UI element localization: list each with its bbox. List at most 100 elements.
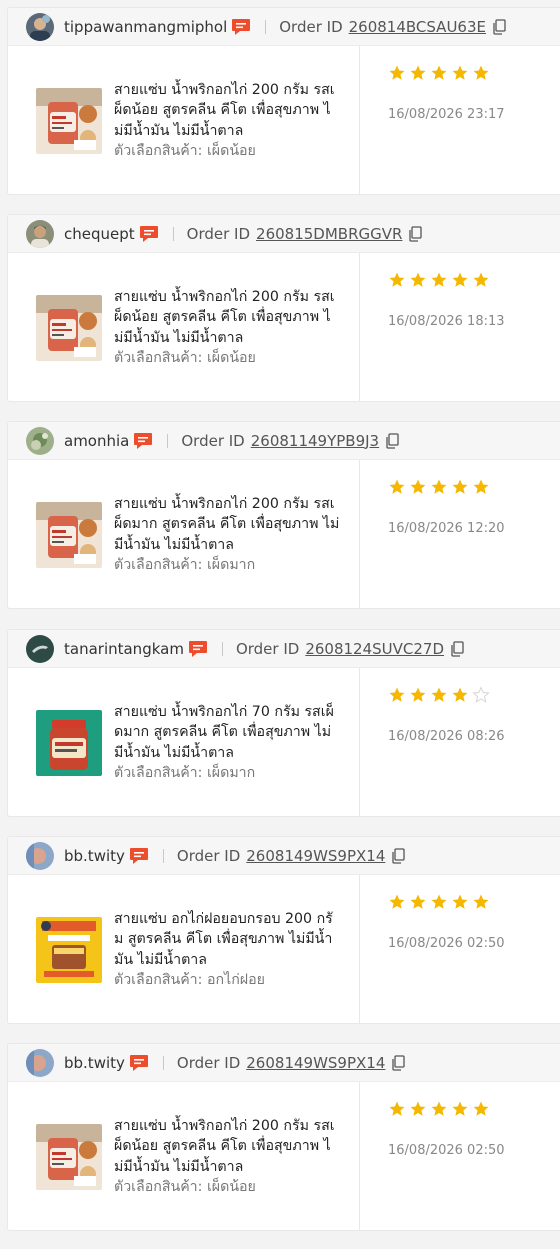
copy-icon[interactable] — [450, 640, 464, 657]
review-date: 16/08/2026 23:17 — [388, 107, 505, 122]
chat-icon[interactable] — [129, 847, 149, 865]
card-header: tanarintangkam Order ID 2608124SUVC27D — [8, 630, 560, 668]
star-filled-icon — [451, 64, 469, 82]
rating-column: 16/08/2026 02:50 — [360, 875, 505, 1024]
order-id-link[interactable]: 2608149WS9PX14 — [246, 847, 385, 865]
product-variation: ตัวเลือกสินค้า: เผ็ดมาก — [114, 555, 340, 576]
username[interactable]: chequept — [64, 225, 135, 243]
variation-value: อกไก่ฝอย — [206, 972, 265, 988]
card-body: สายแซ่บ น้ำพริกอกไก่ 200 กรัม รสเผ็ดน้อย… — [8, 46, 560, 195]
order-id-label: Order ID — [181, 431, 245, 450]
product-variation: ตัวเลือกสินค้า: เผ็ดน้อย — [114, 141, 340, 162]
star-rating — [388, 893, 505, 913]
avatar-face-icon[interactable] — [26, 1048, 54, 1077]
star-filled-icon — [388, 64, 406, 82]
card-body: สายแซ่บ น้ำพริกอกไก่ 70 กรัม รสเผ็ดมาก ส… — [8, 668, 560, 817]
review-date: 16/08/2026 12:20 — [388, 521, 505, 536]
username[interactable]: bb.twity — [64, 847, 125, 865]
review-card: tippawanmangmiphol Order ID 260814BCSAU63E… — [7, 7, 560, 195]
star-filled-icon — [430, 893, 448, 911]
product-text: สายแซ่บ น้ำพริกอกไก่ 200 กรัม รสเผ็ดน้อย… — [114, 287, 340, 369]
chat-icon[interactable] — [139, 225, 159, 243]
username[interactable]: amonhia — [64, 432, 129, 450]
product-info: สายแซ่บ น้ำพริกอกไก่ 200 กรัม รสเผ็ดน้อย… — [8, 46, 360, 195]
username[interactable]: bb.twity — [64, 1054, 125, 1072]
copy-icon[interactable] — [391, 1054, 406, 1071]
star-filled-icon — [409, 478, 427, 496]
card-header: bb.twity Order ID 2608149WS9PX14 — [8, 1044, 560, 1082]
order-id-link[interactable]: 26081149YPB9J3 — [251, 432, 379, 450]
star-empty-icon — [472, 686, 490, 704]
star-filled-icon — [388, 686, 406, 704]
avatar-cartoon-icon[interactable] — [26, 12, 54, 41]
review-date: 16/08/2026 08:26 — [388, 729, 505, 744]
username[interactable]: tippawanmangmiphol — [64, 18, 227, 36]
review-card: tanarintangkam Order ID 2608124SUVC27D สายแ… — [7, 629, 560, 817]
product-thumbnail[interactable] — [36, 916, 102, 983]
star-rating — [388, 478, 505, 498]
order-id-label: Order ID — [235, 639, 300, 658]
product-thumbnail[interactable] — [36, 294, 102, 361]
copy-icon[interactable] — [408, 225, 423, 242]
review-date: 16/08/2026 02:50 — [388, 936, 505, 951]
rating-column: 16/08/2026 23:17 — [360, 46, 505, 195]
card-header: bb.twity Order ID 2608149WS9PX14 — [8, 837, 560, 875]
variation-value: เผ็ดน้อย — [206, 143, 256, 159]
star-filled-icon — [472, 478, 490, 496]
product-name[interactable]: สายแซ่บ น้ำพริกอกไก่ 70 กรัม รสเผ็ดมาก ส… — [114, 702, 340, 764]
variation-label: ตัวเลือกสินค้า: — [114, 557, 207, 573]
avatar-face-icon[interactable] — [26, 841, 54, 870]
copy-icon[interactable] — [492, 18, 506, 35]
rating-column: 16/08/2026 18:13 — [360, 253, 505, 402]
avatar-nature-icon[interactable] — [26, 426, 54, 455]
product-info: สายแซ่บ อกไก่ฝอยอบกรอบ 200 กรัม สูตรคลีน… — [8, 875, 360, 1024]
review-list: tippawanmangmiphol Order ID 260814BCSAU63E… — [0, 0, 560, 1249]
rating-column: 16/08/2026 08:26 — [360, 668, 505, 817]
star-filled-icon — [388, 1100, 406, 1118]
variation-label: ตัวเลือกสินค้า: — [114, 1179, 207, 1195]
order-id-link[interactable]: 2608124SUVC27D — [305, 640, 444, 658]
product-name[interactable]: สายแซ่บ น้ำพริกอกไก่ 200 กรัม รสเผ็ดน้อย… — [114, 1116, 340, 1178]
rating-column: 16/08/2026 12:20 — [360, 460, 505, 609]
product-name[interactable]: สายแซ่บ อกไก่ฝอยอบกรอบ 200 กรัม สูตรคลีน… — [114, 909, 340, 971]
avatar-dark-icon[interactable] — [26, 634, 54, 663]
review-card: chequept Order ID 260815DMBRGGVR สายแซ่บ น้… — [7, 214, 560, 402]
product-name[interactable]: สายแซ่บ น้ำพริกอกไก่ 200 กรัม รสเผ็ดมาก … — [114, 494, 340, 556]
copy-icon[interactable] — [385, 432, 399, 449]
card-body: สายแซ่บ น้ำพริกอกไก่ 200 กรัม รสเผ็ดน้อย… — [8, 253, 560, 402]
product-thumbnail[interactable] — [36, 1123, 102, 1190]
product-name[interactable]: สายแซ่บ น้ำพริกอกไก่ 200 กรัม รสเผ็ดน้อย… — [114, 80, 340, 142]
order-id-link[interactable]: 260815DMBRGGVR — [256, 225, 402, 243]
product-name[interactable]: สายแซ่บ น้ำพริกอกไก่ 200 กรัม รสเผ็ดน้อย… — [114, 287, 340, 349]
product-info: สายแซ่บ น้ำพริกอกไก่ 200 กรัม รสเผ็ดมาก … — [8, 460, 360, 609]
star-rating — [388, 1100, 505, 1120]
variation-value: เผ็ดมาก — [206, 765, 256, 781]
order-id-label: Order ID — [176, 1053, 241, 1072]
divider — [167, 433, 169, 448]
star-filled-icon — [409, 271, 427, 289]
star-filled-icon — [451, 686, 469, 704]
star-rating — [388, 686, 505, 706]
avatar-person-icon[interactable] — [26, 219, 54, 248]
chat-icon[interactable] — [133, 432, 153, 450]
review-card: amonhia Order ID 26081149YPB9J3 สายแซ่บ น้ำ… — [7, 421, 560, 609]
chat-icon[interactable] — [231, 18, 251, 36]
username[interactable]: tanarintangkam — [64, 640, 184, 658]
rating-column: 16/08/2026 02:50 — [360, 1082, 505, 1231]
order-id-link[interactable]: 260814BCSAU63E — [349, 18, 486, 36]
star-filled-icon — [430, 64, 448, 82]
product-thumbnail[interactable] — [36, 501, 102, 568]
copy-icon[interactable] — [391, 847, 406, 864]
product-thumbnail[interactable] — [36, 87, 102, 154]
divider — [162, 848, 164, 863]
chat-icon[interactable] — [188, 640, 208, 658]
product-text: สายแซ่บ อกไก่ฝอยอบกรอบ 200 กรัม สูตรคลีน… — [114, 909, 340, 991]
product-thumbnail[interactable] — [36, 709, 102, 776]
order-id-link[interactable]: 2608149WS9PX14 — [246, 1054, 385, 1072]
product-text: สายแซ่บ น้ำพริกอกไก่ 70 กรัม รสเผ็ดมาก ส… — [114, 702, 340, 784]
star-filled-icon — [409, 686, 427, 704]
card-body: สายแซ่บ อกไก่ฝอยอบกรอบ 200 กรัม สูตรคลีน… — [8, 875, 560, 1024]
chat-icon[interactable] — [129, 1054, 149, 1072]
star-filled-icon — [409, 64, 427, 82]
star-filled-icon — [451, 1100, 469, 1118]
